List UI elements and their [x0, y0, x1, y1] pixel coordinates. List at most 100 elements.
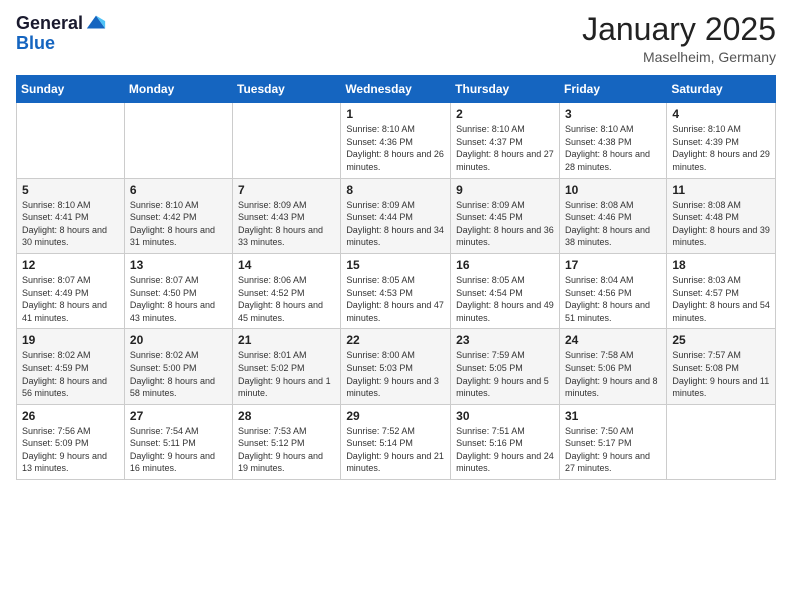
- table-row: 6Sunrise: 8:10 AM Sunset: 4:42 PM Daylig…: [124, 178, 232, 253]
- calendar-week-row: 1Sunrise: 8:10 AM Sunset: 4:36 PM Daylig…: [17, 103, 776, 178]
- day-number: 27: [130, 409, 227, 423]
- day-info: Sunrise: 7:52 AM Sunset: 5:14 PM Dayligh…: [346, 425, 445, 475]
- day-number: 30: [456, 409, 554, 423]
- day-number: 24: [565, 333, 661, 347]
- day-number: 31: [565, 409, 661, 423]
- table-row: 9 Sunrise: 8:09 AM Sunset: 4:45 PM Daylig…: [451, 178, 560, 253]
- logo-general: General: [16, 14, 83, 32]
- table-row: 15Sunrise: 8:05 AM Sunset: 4:53 PM Dayli…: [341, 253, 451, 328]
- table-row: 19Sunrise: 8:02 AM Sunset: 4:59 PM Dayli…: [17, 329, 125, 404]
- day-info: Sunrise: 8:09 AM Sunset: 4:45 PM Dayligh…: [456, 199, 554, 249]
- header-sunday: Sunday: [17, 76, 125, 103]
- table-row: 10 Sunrise: 8:08 AM Sunset: 4:46 PM Dayli…: [559, 178, 666, 253]
- logo: General Blue: [16, 12, 107, 52]
- table-row: 7 Sunrise: 8:09 AM Sunset: 4:43 PM Daylig…: [233, 178, 341, 253]
- table-row: 29 Sunrise: 7:52 AM Sunset: 5:14 PM Dayli…: [341, 404, 451, 479]
- logo-text: General Blue: [16, 12, 107, 52]
- day-number: 7: [238, 183, 335, 197]
- day-info: Sunrise: 8:00 AM Sunset: 5:03 PM Dayligh…: [346, 349, 445, 399]
- day-number: 13: [130, 258, 227, 272]
- day-number: 8: [346, 183, 445, 197]
- day-number: 9: [456, 183, 554, 197]
- table-row: 2Sunrise: 8:10 AM Sunset: 4:37 PM Daylig…: [451, 103, 560, 178]
- table-row: [667, 404, 776, 479]
- calendar-week-row: 26 Sunrise: 7:56 AM Sunset: 5:09 PM Dayli…: [17, 404, 776, 479]
- calendar-week-row: 12Sunrise: 8:07 AM Sunset: 4:49 PM Dayli…: [17, 253, 776, 328]
- day-info: Sunrise: 7:56 AM Sunset: 5:09 PM Dayligh…: [22, 425, 119, 475]
- day-info: Sunrise: 7:50 AM Sunset: 5:17 PM Dayligh…: [565, 425, 661, 475]
- day-info: Sunrise: 8:02 AM Sunset: 5:00 PM Dayligh…: [130, 349, 227, 399]
- day-number: 17: [565, 258, 661, 272]
- table-row: 28Sunrise: 7:53 AM Sunset: 5:12 PM Dayli…: [233, 404, 341, 479]
- calendar-table: Sunday Monday Tuesday Wednesday Thursday…: [16, 75, 776, 480]
- table-row: 31 Sunrise: 7:50 AM Sunset: 5:17 PM Dayli…: [559, 404, 666, 479]
- day-info: Sunrise: 8:10 AM Sunset: 4:39 PM Dayligh…: [672, 123, 770, 173]
- day-number: 4: [672, 107, 770, 121]
- table-row: [233, 103, 341, 178]
- day-number: 29: [346, 409, 445, 423]
- table-row: [17, 103, 125, 178]
- logo-icon: [85, 12, 107, 34]
- day-info: Sunrise: 7:51 AM Sunset: 5:16 PM Dayligh…: [456, 425, 554, 475]
- day-number: 26: [22, 409, 119, 423]
- page: General Blue January 2025 Maselheim, Ger…: [0, 0, 792, 612]
- month-title: January 2025: [582, 12, 776, 47]
- header-saturday: Saturday: [667, 76, 776, 103]
- table-row: 20 Sunrise: 8:02 AM Sunset: 5:00 PM Dayli…: [124, 329, 232, 404]
- day-info: Sunrise: 8:09 AM Sunset: 4:43 PM Dayligh…: [238, 199, 335, 249]
- day-number: 22: [346, 333, 445, 347]
- table-row: 11 Sunrise: 8:08 AM Sunset: 4:48 PM Dayli…: [667, 178, 776, 253]
- header-friday: Friday: [559, 76, 666, 103]
- day-info: Sunrise: 8:10 AM Sunset: 4:41 PM Dayligh…: [22, 199, 119, 249]
- location: Maselheim, Germany: [582, 49, 776, 65]
- table-row: 1Sunrise: 8:10 AM Sunset: 4:36 PM Daylig…: [341, 103, 451, 178]
- table-row: 3Sunrise: 8:10 AM Sunset: 4:38 PM Daylig…: [559, 103, 666, 178]
- day-info: Sunrise: 8:08 AM Sunset: 4:48 PM Dayligh…: [672, 199, 770, 249]
- day-number: 19: [22, 333, 119, 347]
- day-info: Sunrise: 8:07 AM Sunset: 4:50 PM Dayligh…: [130, 274, 227, 324]
- table-row: 30 Sunrise: 7:51 AM Sunset: 5:16 PM Dayli…: [451, 404, 560, 479]
- day-info: Sunrise: 7:59 AM Sunset: 5:05 PM Dayligh…: [456, 349, 554, 399]
- day-info: Sunrise: 7:58 AM Sunset: 5:06 PM Dayligh…: [565, 349, 661, 399]
- day-info: Sunrise: 8:05 AM Sunset: 4:54 PM Dayligh…: [456, 274, 554, 324]
- day-info: Sunrise: 8:09 AM Sunset: 4:44 PM Dayligh…: [346, 199, 445, 249]
- header-thursday: Thursday: [451, 76, 560, 103]
- table-row: 8 Sunrise: 8:09 AM Sunset: 4:44 PM Daylig…: [341, 178, 451, 253]
- day-info: Sunrise: 8:05 AM Sunset: 4:53 PM Dayligh…: [346, 274, 445, 324]
- day-number: 5: [22, 183, 119, 197]
- day-number: 10: [565, 183, 661, 197]
- day-number: 28: [238, 409, 335, 423]
- day-number: 16: [456, 258, 554, 272]
- day-info: Sunrise: 8:08 AM Sunset: 4:46 PM Dayligh…: [565, 199, 661, 249]
- weekday-header-row: Sunday Monday Tuesday Wednesday Thursday…: [17, 76, 776, 103]
- table-row: 5 Sunrise: 8:10 AM Sunset: 4:41 PM Daylig…: [17, 178, 125, 253]
- day-number: 25: [672, 333, 770, 347]
- table-row: 25Sunrise: 7:57 AM Sunset: 5:08 PM Dayli…: [667, 329, 776, 404]
- day-number: 23: [456, 333, 554, 347]
- day-info: Sunrise: 8:10 AM Sunset: 4:38 PM Dayligh…: [565, 123, 661, 173]
- table-row: 18 Sunrise: 8:03 AM Sunset: 4:57 PM Dayli…: [667, 253, 776, 328]
- header-tuesday: Tuesday: [233, 76, 341, 103]
- day-number: 2: [456, 107, 554, 121]
- day-info: Sunrise: 8:06 AM Sunset: 4:52 PM Dayligh…: [238, 274, 335, 324]
- table-row: 14 Sunrise: 8:06 AM Sunset: 4:52 PM Dayli…: [233, 253, 341, 328]
- table-row: [124, 103, 232, 178]
- table-row: 13 Sunrise: 8:07 AM Sunset: 4:50 PM Dayli…: [124, 253, 232, 328]
- day-info: Sunrise: 8:04 AM Sunset: 4:56 PM Dayligh…: [565, 274, 661, 324]
- table-row: 21Sunrise: 8:01 AM Sunset: 5:02 PM Dayli…: [233, 329, 341, 404]
- title-area: January 2025 Maselheim, Germany: [582, 12, 776, 65]
- day-number: 6: [130, 183, 227, 197]
- day-info: Sunrise: 7:54 AM Sunset: 5:11 PM Dayligh…: [130, 425, 227, 475]
- day-number: 11: [672, 183, 770, 197]
- logo-blue: Blue: [16, 34, 107, 52]
- day-number: 20: [130, 333, 227, 347]
- day-number: 18: [672, 258, 770, 272]
- day-number: 14: [238, 258, 335, 272]
- table-row: 24 Sunrise: 7:58 AM Sunset: 5:06 PM Dayli…: [559, 329, 666, 404]
- header: General Blue January 2025 Maselheim, Ger…: [16, 12, 776, 65]
- day-number: 1: [346, 107, 445, 121]
- day-info: Sunrise: 8:03 AM Sunset: 4:57 PM Dayligh…: [672, 274, 770, 324]
- day-info: Sunrise: 8:01 AM Sunset: 5:02 PM Dayligh…: [238, 349, 335, 399]
- table-row: 17 Sunrise: 8:04 AM Sunset: 4:56 PM Dayli…: [559, 253, 666, 328]
- table-row: 16 Sunrise: 8:05 AM Sunset: 4:54 PM Dayli…: [451, 253, 560, 328]
